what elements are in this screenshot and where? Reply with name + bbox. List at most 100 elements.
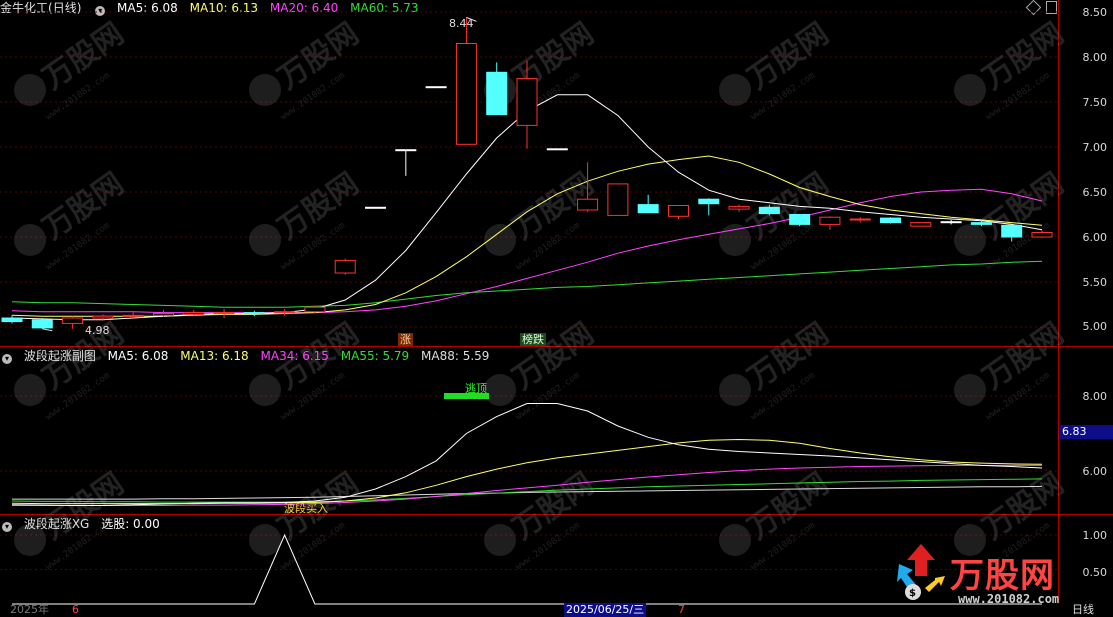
- svg-text:$: $: [909, 588, 916, 599]
- watermark-tile: 万股网www.201082.com: [249, 466, 365, 572]
- watermark-emblem: [484, 524, 516, 556]
- watermark-logo: 万股网: [272, 166, 366, 246]
- candle: [819, 216, 841, 230]
- sub-ma5-label: MA5: 6.08: [107, 349, 169, 363]
- watermark-emblem: [249, 74, 281, 106]
- xg-chart-header: ▾ 波段起涨XG 选股: 0.00: [0, 516, 168, 532]
- candle-body: [243, 312, 265, 315]
- candle: [546, 148, 568, 151]
- candle-body: [789, 214, 811, 225]
- watermark-emblem: [14, 374, 46, 406]
- limit-up-tag[interactable]: 涨: [398, 333, 413, 346]
- candle: [213, 309, 235, 318]
- candle-body: [940, 221, 962, 224]
- candle: [455, 17, 477, 145]
- watermark-tile: 万股网www.201082.com: [484, 166, 600, 272]
- candle: [789, 214, 811, 227]
- xg-chart-title[interactable]: 波段起涨XG: [24, 517, 90, 531]
- candle: [728, 204, 750, 212]
- candle-body: [667, 205, 689, 217]
- xg-y-tick: 1.00: [1082, 529, 1108, 542]
- candle-body: [728, 205, 750, 210]
- watermark-emblem: [954, 74, 986, 106]
- candle-body: [62, 317, 84, 324]
- watermark-tile: 万股网www.201082.com: [954, 316, 1070, 422]
- candle-body: [607, 183, 629, 216]
- candle: [274, 309, 296, 316]
- price-cursor-box: 6.83: [1060, 425, 1113, 439]
- candle: [425, 86, 447, 89]
- candle: [880, 217, 902, 224]
- brand-url: www.201082.com: [958, 592, 1060, 606]
- watermark-tile: 万股网www.201082.com: [14, 316, 130, 422]
- candle-body: [183, 312, 205, 315]
- watermark-logo: 万股网: [977, 166, 1071, 246]
- xg-value-label: 选股: 0.00: [101, 517, 160, 531]
- watermark-tile: 万股网www.201082.com: [249, 166, 365, 272]
- watermark-emblem: [14, 224, 46, 256]
- watermark-emblem: [719, 74, 751, 106]
- candle: [849, 217, 871, 223]
- watermark-logo: 万股网: [977, 16, 1071, 96]
- band-buy-label: 波段买入: [284, 502, 328, 515]
- y-tick: 6.00: [1082, 231, 1108, 244]
- y-tick: 7.50: [1082, 96, 1108, 109]
- ranking-drop-tag[interactable]: 榜跌: [520, 333, 546, 346]
- candle-body: [1001, 224, 1023, 238]
- watermark-tile: 万股网www.201082.com: [719, 166, 835, 272]
- watermark-tile: 万股网www.201082.com: [14, 166, 130, 272]
- candle-body: [637, 204, 659, 214]
- sub-ma13-label: MA13: 6.18: [180, 349, 249, 363]
- timeline-year: 2025年: [10, 603, 49, 616]
- candle-body: [577, 198, 599, 211]
- sub-ma55-label: MA55: 5.79: [340, 349, 410, 363]
- candle-body: [819, 216, 841, 225]
- sub-y-tick: 8.00: [1082, 390, 1108, 403]
- candle: [395, 149, 417, 176]
- high-annotation: 8.44: [449, 17, 474, 30]
- sub-ma34-label: MA34: 6.15: [260, 349, 329, 363]
- watermark-logo: 万股网: [37, 16, 131, 96]
- chevron-down-icon[interactable]: ▾: [2, 522, 12, 532]
- watermark-tile: 万股网www.201082.com: [249, 316, 365, 422]
- watermark-logo: 万股网: [742, 316, 836, 396]
- timeline-period[interactable]: 日线: [1072, 603, 1094, 617]
- sub-ma88-label: MA88: 5.59: [421, 349, 490, 363]
- candle-body: [1031, 232, 1053, 238]
- watermark-emblem: [954, 374, 986, 406]
- watermark-logo: 万股网: [742, 16, 836, 96]
- candle: [365, 206, 387, 209]
- watermark-tile: 万股网www.201082.com: [719, 316, 835, 422]
- candle-body: [395, 149, 417, 152]
- y-tick: 5.50: [1082, 276, 1108, 289]
- y-tick: 8.00: [1082, 51, 1108, 64]
- candle-body: [880, 217, 902, 224]
- y-tick: 5.00: [1082, 320, 1108, 333]
- candle: [910, 222, 932, 227]
- watermark-tile: 万股网www.201082.com: [954, 16, 1070, 122]
- candle: [31, 318, 53, 329]
- ma60-series-line: [11, 260, 1043, 308]
- watermark-logo: 万股网: [977, 316, 1071, 396]
- watermark-emblem: [14, 74, 46, 106]
- brand-logo-text: 万股网: [950, 556, 1055, 596]
- candle-body: [1, 317, 23, 323]
- sub-chart-header: ▾ 波段起涨副图 MA5: 6.08 MA13: 6.18 MA34: 6.15…: [0, 348, 497, 364]
- sub-chart-title[interactable]: 波段起涨副图: [24, 349, 96, 363]
- xg-y-tick: 0.50: [1082, 566, 1108, 579]
- escape-top-label: 逃顶: [465, 382, 487, 395]
- candle-body: [92, 315, 114, 319]
- y-tick: 7.00: [1082, 141, 1108, 154]
- chevron-down-icon[interactable]: ▾: [2, 354, 12, 364]
- timeline-month-next: 7: [678, 603, 685, 616]
- watermark-logo: 万股网: [742, 166, 836, 246]
- candle-body: [31, 319, 53, 329]
- candle-body: [304, 306, 326, 313]
- watermark-logo: 万股网: [37, 166, 131, 246]
- watermark-emblem: [719, 524, 751, 556]
- candle: [334, 258, 356, 275]
- watermark-logo: 万股网: [507, 316, 601, 396]
- candle: [486, 62, 508, 116]
- candle-body: [698, 198, 720, 205]
- candle: [698, 198, 720, 216]
